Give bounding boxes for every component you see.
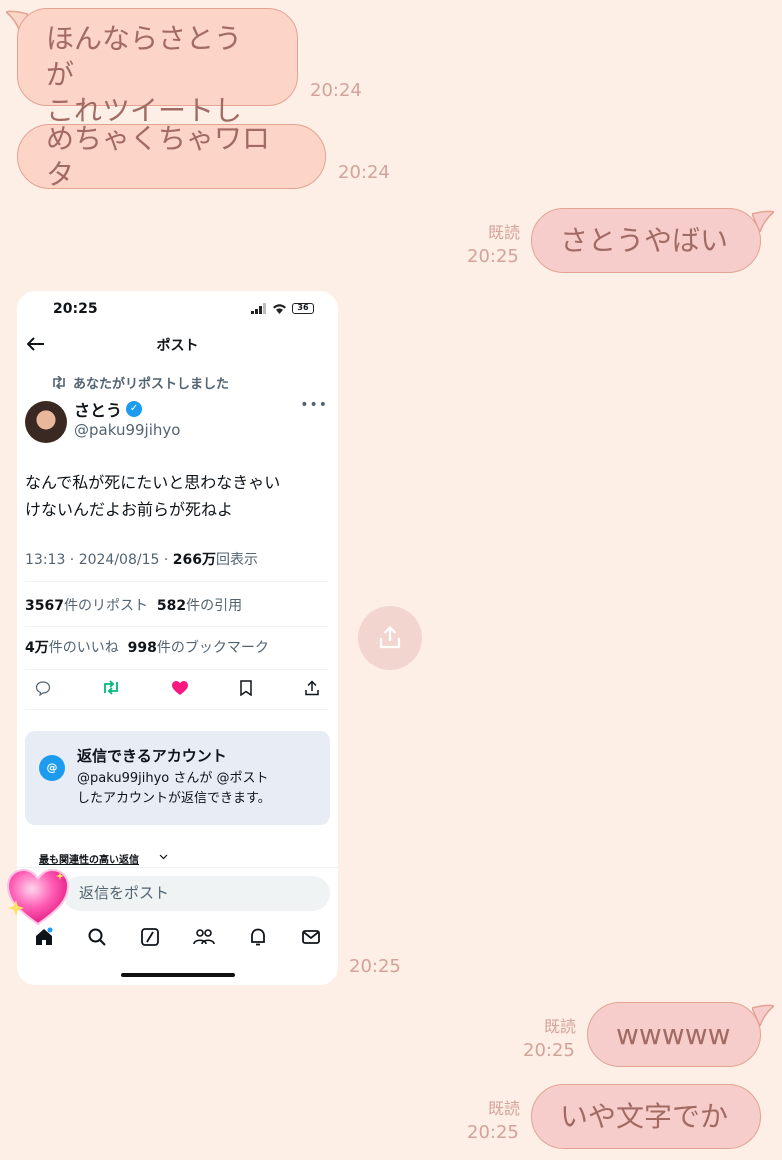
reply-permission-title: 返信できるアカウント [77,747,227,765]
wifi-icon [273,304,286,314]
share-icon [379,625,401,649]
share-button[interactable] [358,606,422,670]
reply-permission-box: @ 返信できるアカウント @paku99jihyo さんが @ポスト したアカウ… [25,731,330,825]
read-receipt: 既読 [487,1099,520,1118]
tab-bar [17,927,338,947]
chevron-down-icon[interactable] [159,854,168,860]
message-text: ほんならさとうが [46,22,243,91]
message-time: 20:25 [349,956,401,977]
message-bubble-sent[interactable]: wwwww [587,1002,761,1067]
read-receipt: 既読 [543,1017,576,1036]
grok-icon[interactable] [140,927,160,947]
home-icon[interactable] [34,927,54,947]
battery-icon: 36 [292,303,314,314]
author-name[interactable]: さとう ✓ [74,397,143,421]
reply-permission-text: @paku99jihyo さんが @ポスト したアカウントが返信できます。 [77,769,327,809]
reply-input[interactable]: 返信をポスト [63,876,330,911]
message-bubble-received[interactable]: ほんならさとうが これツイートして [17,8,298,163]
divider [25,709,328,710]
quote-label[interactable]: 件の引用 [186,598,242,614]
communities-icon[interactable] [193,927,215,947]
view-label: 回表示 [215,552,258,568]
message-time: 20:24 [310,80,362,101]
message-time: 20:25 [467,1122,519,1143]
reply-sort-dropdown[interactable]: 最も関連性の高い返信 [39,851,139,866]
divider [25,669,328,670]
repost-quote-stats: 3567件のリポスト 582件の引用 [25,595,242,615]
message-text: いや文字でか [560,1099,729,1133]
message-text: wwwww [616,1017,731,1051]
quote-count[interactable]: 582 [157,598,186,614]
home-indicator [121,973,235,977]
bookmark-label[interactable]: 件のブックマーク [157,640,269,656]
action-bar [35,680,320,696]
bubble-tail [752,1004,774,1026]
like-label[interactable]: 件のいいね [49,640,119,656]
bookmark-count[interactable]: 998 [128,640,157,656]
repost-label[interactable]: 件のリポスト [64,598,148,614]
author-name-text: さとう [74,401,123,420]
message-text: さとうやばい [560,223,729,257]
page-title: ポスト [156,338,199,354]
read-receipt: 既読 [487,223,520,242]
repost-action-icon[interactable] [102,680,120,695]
like-bookmark-stats: 4万件のいいね 998件のブックマーク [25,637,269,657]
like-icon[interactable] [171,680,189,696]
share-icon[interactable] [304,680,320,696]
status-icons: 36 [251,303,314,314]
heart-sticker-icon [6,868,70,926]
bubble-tail [752,210,774,232]
message-bubble-sent[interactable]: いや文字でか [531,1084,761,1149]
tweet-text-line: けないんだよお前らが死ねよ [25,500,234,519]
tweet-text-line: なんで私が死にたいと思わなきゃい [25,473,281,492]
tweet-text: なんで私が死にたいと思わなきゃい けないんだよお前らが死ねよ [25,469,325,523]
repost-notice: あなたがリポストしました [51,373,229,392]
repost-icon [53,376,65,389]
avatar[interactable] [25,401,67,443]
status-time: 20:25 [53,301,98,317]
message-bubble-sent[interactable]: さとうやばい [531,208,761,273]
mail-icon[interactable] [301,927,321,947]
at-icon: @ [39,755,65,781]
author-handle[interactable]: @paku99jihyo [74,421,180,439]
timestamp: 13:13 · 2024/08/15 · [25,552,173,568]
signal-icon [251,303,266,314]
reply-permission-line: @paku99jihyo さんが @ポスト [77,771,269,786]
divider [25,626,328,627]
more-icon[interactable]: ••• [300,397,328,413]
message-bubble-received[interactable]: めちゃくちゃワロタ [17,122,326,191]
bell-icon[interactable] [248,927,268,947]
tweet-meta: 13:13 · 2024/08/15 · 266万回表示 [25,549,258,569]
repost-count[interactable]: 3567 [25,598,64,614]
verified-icon: ✓ [126,401,143,417]
message-time: 20:25 [523,1040,575,1061]
search-icon[interactable] [87,927,107,947]
reply-permission-line: したアカウントが返信できます。 [77,791,271,806]
message-time: 20:25 [467,246,519,267]
like-count[interactable]: 4万 [25,640,49,656]
bookmark-icon[interactable] [239,680,253,696]
divider [25,581,328,582]
message-text: めちゃくちゃワロタ [46,121,271,191]
repost-notice-text: あなたがリポストしました [73,377,230,392]
reply-icon[interactable] [35,680,51,696]
view-count: 266万 [172,552,216,568]
message-time: 20:24 [338,162,390,183]
